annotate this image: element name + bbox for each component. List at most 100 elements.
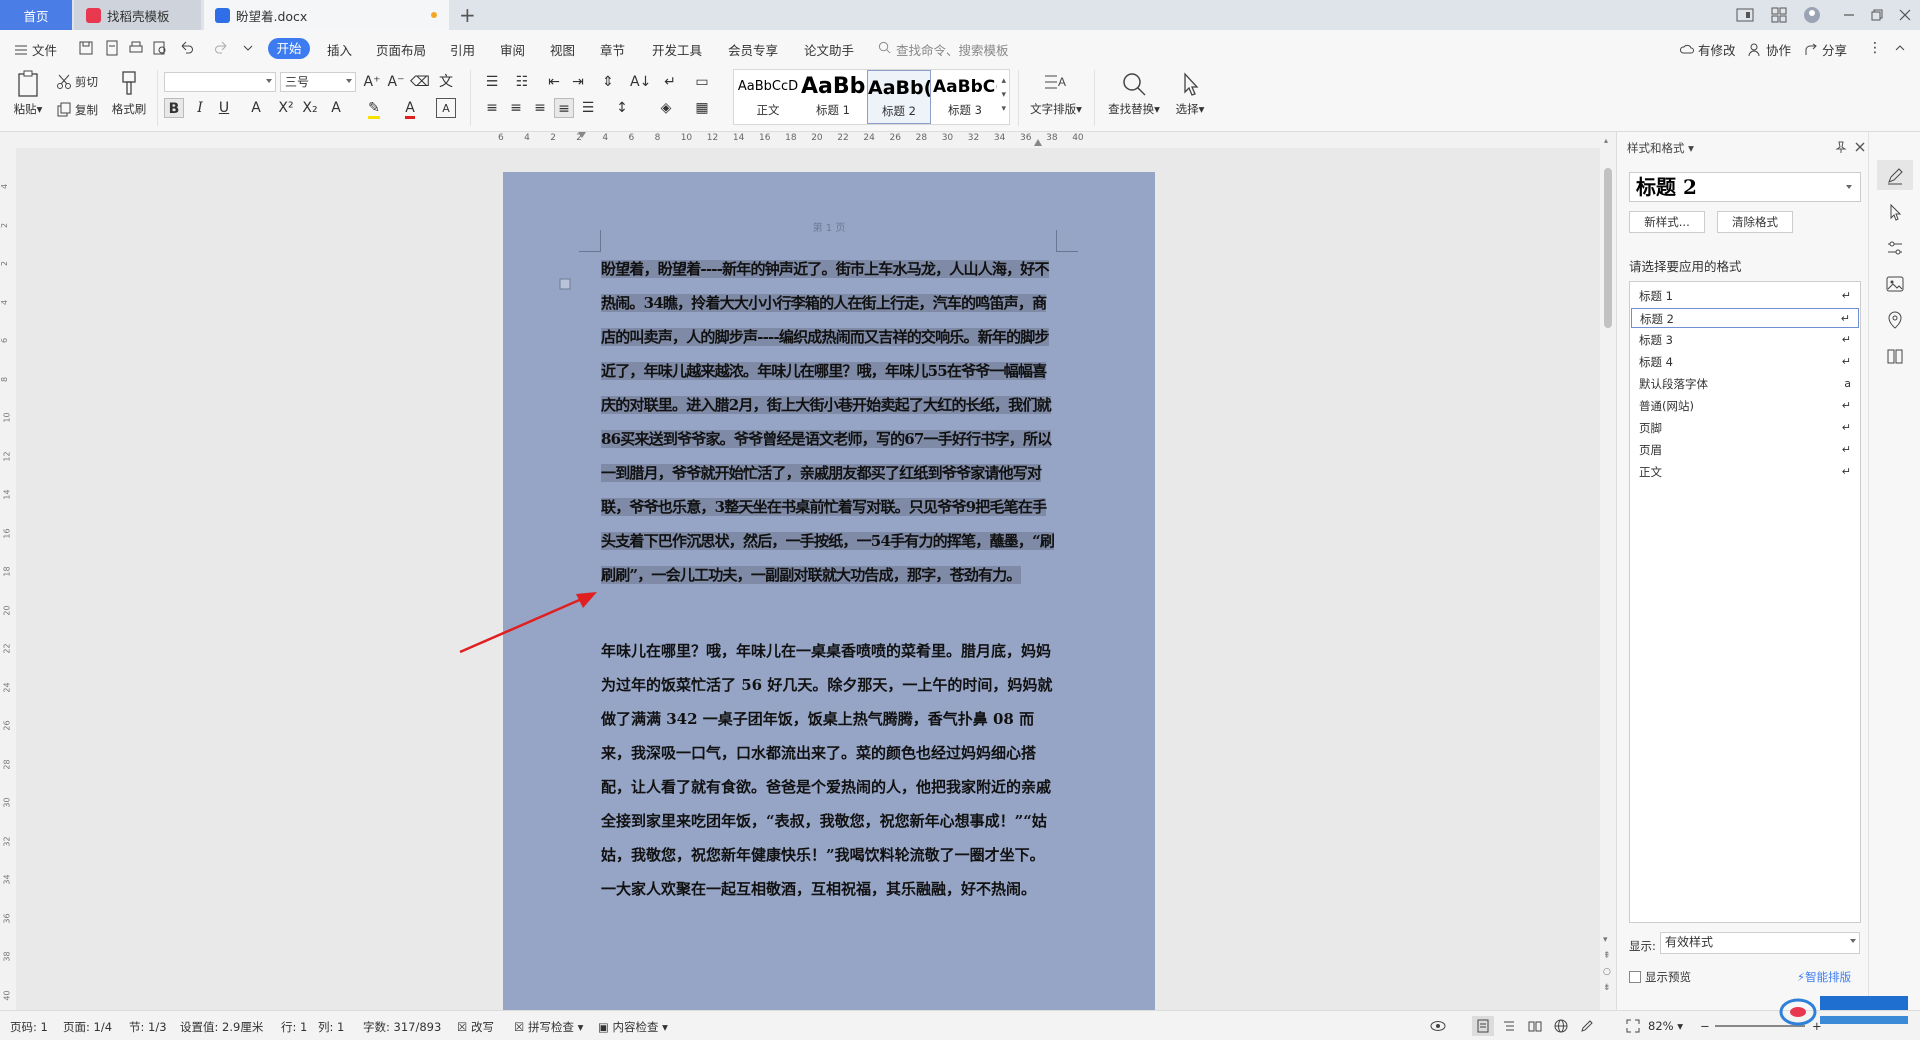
align-right-icon[interactable]: ≡ (530, 98, 550, 118)
select-button[interactable]: 选择▾ (1170, 70, 1210, 117)
outline-view-icon[interactable] (1502, 1019, 1516, 1033)
tab-template[interactable]: 找稻壳模板 (74, 0, 201, 30)
style-list-item[interactable]: 标题 2 ↵ (1631, 308, 1859, 328)
book-icon[interactable] (1885, 346, 1905, 366)
paragraph-layout-icon[interactable] (559, 278, 571, 290)
eye-icon[interactable] (1430, 1019, 1446, 1033)
style-heading-1[interactable]: AaBb 标题 1 (801, 70, 865, 124)
changes-button[interactable]: 有修改 (1680, 40, 1736, 59)
text-effect-button[interactable]: A (326, 98, 346, 118)
web-view-icon[interactable] (1554, 1019, 1568, 1033)
avatar[interactable] (1803, 6, 1821, 24)
select-cursor-icon[interactable] (1885, 202, 1905, 222)
pin-icon[interactable] (1834, 140, 1848, 154)
command-search-input[interactable]: 查找命令、搜索模板 (896, 40, 1009, 59)
style-normal[interactable]: AaBbCcD 正文 (736, 70, 800, 124)
cut-button[interactable]: 剪切 (56, 74, 98, 90)
highlight-icon[interactable]: ✎ (364, 98, 384, 119)
style-list-item[interactable]: 默认段落字体 a (1631, 374, 1859, 394)
style-list-item[interactable]: 正文 ↵ (1631, 462, 1859, 482)
subscript-button[interactable]: X₂ (300, 98, 320, 118)
find-replace-button[interactable]: 查找替换▾ (1104, 70, 1164, 117)
justify-icon[interactable]: ≡ (554, 98, 574, 118)
font-size-select[interactable]: 三号 (280, 72, 356, 92)
smart-layout-link[interactable]: ⚡智能排版 (1797, 969, 1851, 985)
tab-developer[interactable]: 开发工具 (652, 40, 702, 59)
style-list-item[interactable]: 标题 3 ↵ (1631, 330, 1859, 350)
right-indent-marker[interactable] (1034, 139, 1042, 146)
reading-view-icon[interactable] (1528, 1019, 1542, 1033)
overwrite-toggle[interactable]: ☒ 改写 (457, 1019, 494, 1035)
scroll-up-icon[interactable]: ▴ (1604, 136, 1608, 145)
export-pdf-icon[interactable] (104, 40, 120, 56)
tab-start[interactable]: 开始 (268, 38, 310, 59)
collab-button[interactable]: 协作 (1748, 40, 1791, 59)
style-list-item[interactable]: 页眉 ↵ (1631, 440, 1859, 460)
align-center-icon[interactable]: ≡ (506, 98, 526, 118)
clear-format-icon[interactable]: ⌫ (410, 72, 430, 92)
close-icon[interactable] (1896, 6, 1914, 24)
scrollbar-thumb[interactable] (1604, 168, 1612, 328)
paragraph[interactable]: 年味儿在哪里？哦，年味儿在一桌桌香喷喷的菜肴里。腊月底，妈妈为过年的饭菜忙活了 … (601, 634, 1056, 906)
page-view-icon[interactable] (1476, 1019, 1490, 1033)
grid-icon[interactable] (1770, 6, 1788, 24)
style-edit-icon[interactable] (1885, 166, 1905, 186)
align-left-icon[interactable]: ≡ (482, 98, 502, 118)
grow-font-icon[interactable]: A⁺ (362, 72, 382, 92)
clear-format-button[interactable]: 清除格式 (1717, 211, 1793, 233)
distribute-icon[interactable]: ☰ (578, 98, 598, 118)
font-color-icon[interactable]: A (400, 98, 420, 119)
layout-icon[interactable] (1736, 6, 1754, 24)
print-preview-icon[interactable] (152, 40, 168, 56)
tab-member[interactable]: 会员专享 (728, 40, 778, 59)
style-list-item[interactable]: 页脚 ↵ (1631, 418, 1859, 438)
pinyin-icon[interactable]: 文 (436, 72, 456, 92)
status-col[interactable]: 列: 1 (318, 1019, 344, 1035)
copy-button[interactable]: 复制 (56, 102, 98, 118)
style-heading-3[interactable]: AaBbC( 标题 3 (933, 70, 997, 124)
vertical-scrollbar[interactable]: ▴ ▾ ⇞ ○ ⇟ (1600, 132, 1616, 1010)
tab-page-layout[interactable]: 页面布局 (376, 40, 426, 59)
pen-icon[interactable] (1580, 1019, 1594, 1033)
first-line-indent-marker[interactable] (578, 132, 586, 148)
share-button[interactable]: 分享 (1804, 40, 1847, 59)
tab-review[interactable]: 审阅 (500, 40, 525, 59)
status-row[interactable]: 行: 1 (281, 1019, 307, 1035)
status-section[interactable]: 节: 1/3 (129, 1019, 167, 1035)
chevron-up-icon[interactable] (1892, 40, 1908, 56)
show-filter-select[interactable]: 有效样式 (1660, 932, 1860, 954)
line-spacing-icon[interactable]: ↕ (612, 98, 632, 118)
tab-view[interactable]: 视图 (550, 40, 575, 59)
paste-button[interactable]: 粘贴▾ (8, 70, 48, 117)
minimize-icon[interactable] (1840, 6, 1858, 24)
chevron-down-icon[interactable] (240, 40, 256, 56)
add-tab-button[interactable]: + (459, 3, 476, 27)
status-words[interactable]: 字数: 317/893 (363, 1019, 441, 1035)
text-layout-button[interactable]: A 文字排版▾ (1026, 70, 1086, 117)
tab-chapter[interactable]: 章节 (600, 40, 625, 59)
style-list-item[interactable]: 普通(网站) ↵ (1631, 396, 1859, 416)
style-heading-2[interactable]: AaBb( 标题 2 (867, 70, 931, 124)
text-direction-icon[interactable]: ⇕ (598, 72, 618, 92)
more-icon[interactable]: ⋮ (1868, 40, 1882, 56)
format-painter-button[interactable]: 格式刷 (108, 70, 150, 117)
show-marks-icon[interactable]: ↵ (660, 72, 680, 92)
gallery-scroll-icon[interactable]: ▴ ▾ ▾ (1001, 74, 1006, 116)
shading-icon[interactable]: ◈ (656, 98, 676, 118)
status-page-code[interactable]: 页码: 1 (10, 1019, 48, 1035)
redo-icon[interactable] (214, 40, 230, 56)
panel-title[interactable]: 样式和格式 ▾ (1627, 140, 1694, 156)
spell-check-button[interactable]: ☒ 拼写检查 ▾ (514, 1019, 583, 1035)
tab-thesis[interactable]: 论文助手 (804, 40, 854, 59)
undo-icon[interactable] (178, 40, 194, 56)
strikethrough-button[interactable]: A (246, 98, 266, 118)
style-list-item[interactable]: 标题 4 ↵ (1631, 352, 1859, 372)
decrease-indent-icon[interactable]: ⇤ (544, 72, 564, 92)
new-style-button[interactable]: 新样式... (1629, 211, 1705, 233)
image-icon[interactable] (1885, 274, 1905, 294)
bullet-list-icon[interactable]: ☰ (482, 72, 502, 92)
tab-document[interactable]: 盼望着.docx (204, 0, 449, 30)
numbered-list-icon[interactable]: ☷ (512, 72, 532, 92)
status-setting[interactable]: 设置值: 2.9厘米 (180, 1019, 263, 1035)
save-icon[interactable] (78, 40, 94, 56)
